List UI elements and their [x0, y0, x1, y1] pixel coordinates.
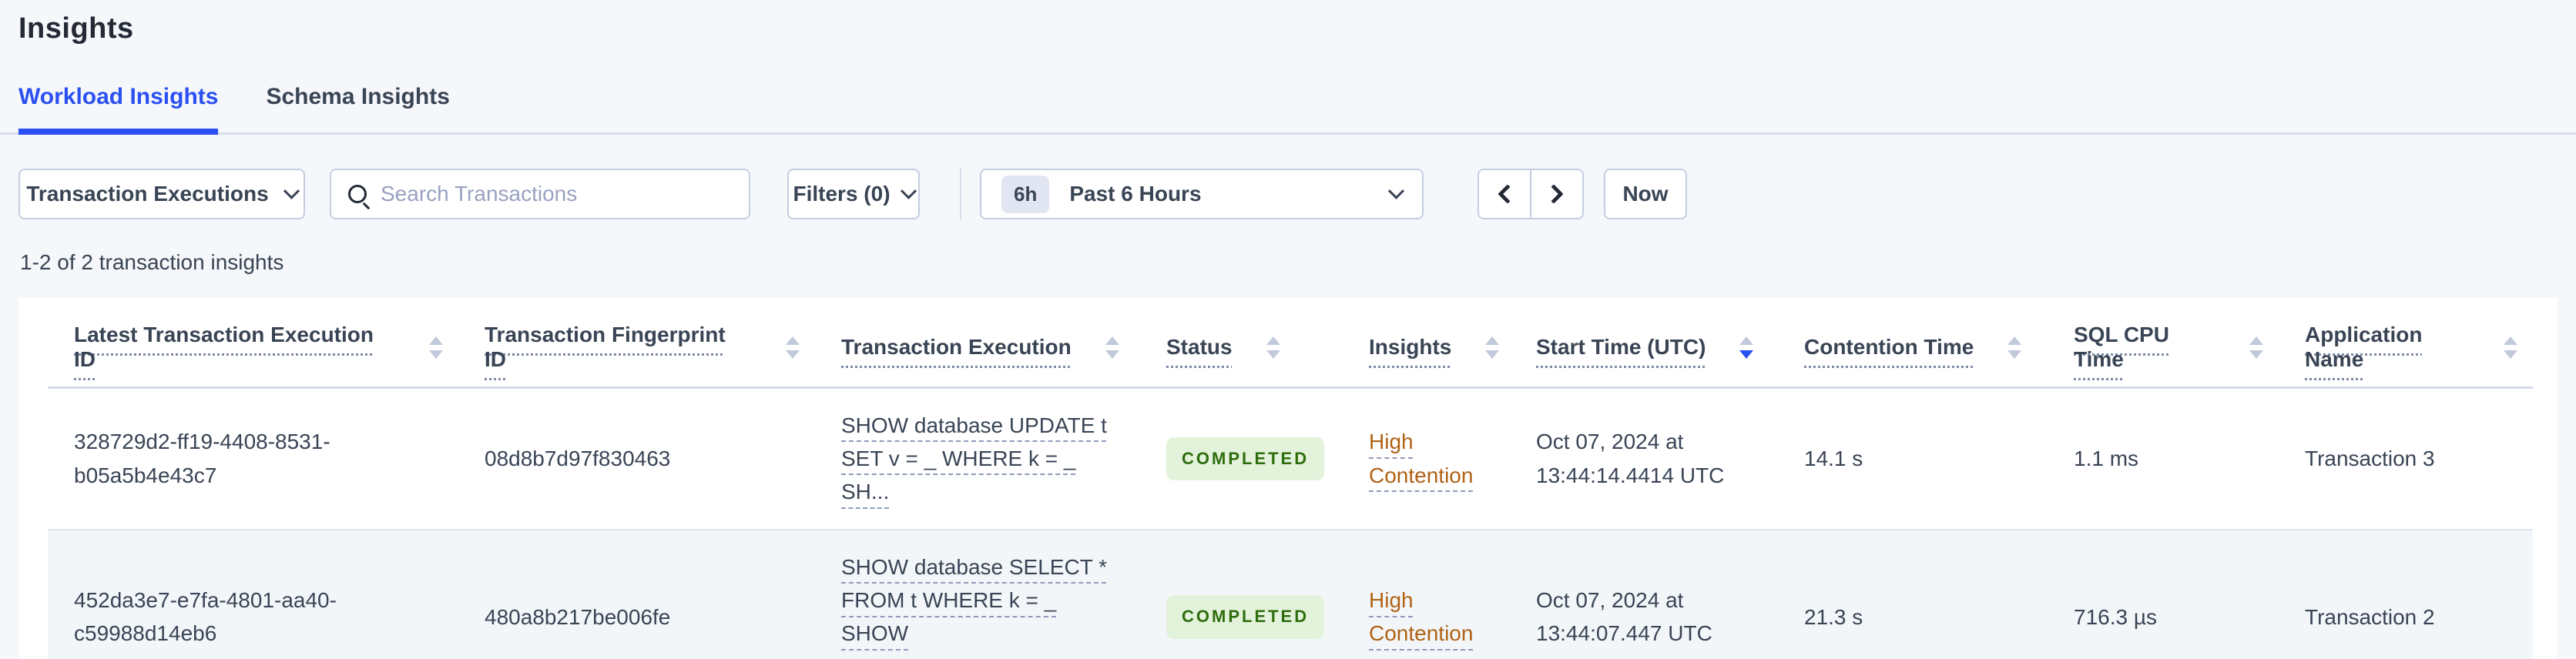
column-header-insights[interactable]: Insights [1343, 298, 1510, 389]
sort-arrows-icon[interactable] [2504, 336, 2517, 359]
chevron-down-icon [900, 182, 917, 199]
chevron-down-icon [283, 182, 300, 199]
application-name-cell: Transaction 3 [2279, 387, 2533, 530]
sort-arrows-icon[interactable] [1105, 336, 1119, 359]
tab-workload-insights[interactable]: Workload Insights [18, 84, 219, 135]
insights-cell: High Contention [1343, 529, 1510, 659]
start-time-cell: Oct 07, 2024 at 13:44:14.4414 UTC [1510, 387, 1778, 530]
sort-arrows-icon[interactable] [429, 336, 443, 359]
high-contention-link[interactable]: High Contention [1369, 588, 1473, 645]
column-label: Status [1166, 335, 1233, 360]
column-label: Transaction Execution [841, 335, 1072, 360]
insight-type-dropdown[interactable]: Transaction Executions [18, 169, 305, 219]
status-badge: COMPLETED [1166, 595, 1325, 639]
insights-table-panel: Latest Transaction Execution ID Transact… [18, 298, 2558, 659]
chevron-left-icon [1498, 184, 1518, 204]
column-label: Contention Time [1804, 335, 1974, 360]
column-header-transaction-execution[interactable]: Transaction Execution [815, 298, 1140, 389]
insight-type-dropdown-label: Transaction Executions [26, 182, 269, 206]
time-interval-badge: 6h [1001, 175, 1050, 213]
transaction-execution-cell: SHOW database SELECT * FROM t WHERE k = … [815, 529, 1140, 659]
sort-arrows-icon[interactable] [1485, 336, 1500, 359]
toolbar-divider [960, 169, 961, 219]
fingerprint-id-cell: 480a8b217be006fe [458, 529, 815, 659]
column-header-status[interactable]: Status [1140, 298, 1343, 389]
column-label: Transaction Fingerprint ID [485, 323, 726, 372]
tab-schema-insights[interactable]: Schema Insights [266, 84, 449, 135]
page-title: Insights [18, 12, 134, 45]
column-label: Latest Transaction Execution ID [74, 323, 374, 372]
filters-button[interactable]: Filters (0) [787, 169, 920, 219]
status-cell: COMPLETED [1140, 387, 1343, 530]
transaction-execution-link[interactable]: SHOW database UPDATE t SET v = _ WHERE k… [841, 413, 1107, 504]
sort-arrows-icon[interactable] [786, 336, 800, 359]
application-name-cell: Transaction 2 [2279, 529, 2533, 659]
table-header-row: Latest Transaction Execution ID Transact… [48, 298, 2533, 389]
column-header-transaction-fingerprint-id[interactable]: Transaction Fingerprint ID [458, 298, 815, 389]
insights-cell: High Contention [1343, 387, 1510, 530]
sql-cpu-time-cell: 1.1 ms [2048, 387, 2279, 530]
chevron-down-icon [1387, 182, 1405, 199]
execution-id-cell: 452da3e7-e7fa-4801-aa40-c59988d14eb6 [48, 529, 458, 659]
contention-time-cell: 14.1 s [1778, 387, 2048, 530]
column-header-sql-cpu-time[interactable]: SQL CPU Time [2048, 298, 2279, 389]
sort-arrows-icon[interactable] [1266, 336, 1280, 359]
column-label: Application Name [2305, 323, 2423, 372]
transaction-execution-link[interactable]: SHOW database SELECT * FROM t WHERE k = … [841, 555, 1107, 659]
toolbar: Transaction Executions Filters (0) 6h Pa… [18, 169, 2558, 219]
tab-bar: Workload Insights Schema Insights [0, 84, 2576, 135]
now-button-label: Now [1622, 182, 1669, 206]
chevron-right-icon [1544, 184, 1564, 204]
time-range-dropdown[interactable]: 6h Past 6 Hours [980, 169, 1424, 219]
sort-arrows-icon[interactable] [1739, 336, 1754, 359]
search-box[interactable] [330, 169, 750, 219]
table-row: 452da3e7-e7fa-4801-aa40-c59988d14eb6 480… [48, 529, 2533, 659]
search-input[interactable] [381, 182, 732, 206]
column-header-contention-time[interactable]: Contention Time [1778, 298, 2048, 389]
column-label: Start Time (UTC) [1536, 335, 1706, 360]
table-row: 328729d2-ff19-4408-8531-b05a5b4e43c7 08d… [48, 387, 2533, 530]
contention-time-cell: 21.3 s [1778, 529, 2048, 659]
sql-cpu-time-cell: 716.3 µs [2048, 529, 2279, 659]
execution-id-cell: 328729d2-ff19-4408-8531-b05a5b4e43c7 [48, 387, 458, 530]
status-badge: COMPLETED [1166, 437, 1325, 480]
column-header-application-name[interactable]: Application Name [2279, 298, 2533, 389]
start-time-cell: Oct 07, 2024 at 13:44:07.447 UTC [1510, 529, 1778, 659]
column-header-latest-transaction-execution-id[interactable]: Latest Transaction Execution ID [48, 298, 458, 389]
status-cell: COMPLETED [1140, 529, 1343, 659]
sort-arrows-icon[interactable] [2249, 336, 2263, 359]
search-icon [348, 185, 367, 203]
time-range-label: Past 6 Hours [1069, 182, 1202, 206]
column-label: SQL CPU Time [2074, 323, 2169, 372]
sort-arrows-icon[interactable] [2007, 336, 2022, 359]
previous-time-window-button[interactable] [1478, 169, 1531, 219]
time-window-stepper [1478, 169, 1584, 219]
fingerprint-id-cell: 08d8b7d97f830463 [458, 387, 815, 530]
results-count: 1-2 of 2 transaction insights [20, 250, 284, 274]
transaction-execution-cell: SHOW database UPDATE t SET v = _ WHERE k… [815, 387, 1140, 530]
column-header-start-time[interactable]: Start Time (UTC) [1510, 298, 1778, 389]
transaction-insights-table: Latest Transaction Execution ID Transact… [48, 298, 2533, 659]
column-label: Insights [1369, 335, 1452, 360]
high-contention-link[interactable]: High Contention [1369, 430, 1473, 487]
next-time-window-button[interactable] [1530, 169, 1584, 219]
filters-button-label: Filters (0) [793, 182, 891, 206]
now-button[interactable]: Now [1604, 169, 1687, 219]
